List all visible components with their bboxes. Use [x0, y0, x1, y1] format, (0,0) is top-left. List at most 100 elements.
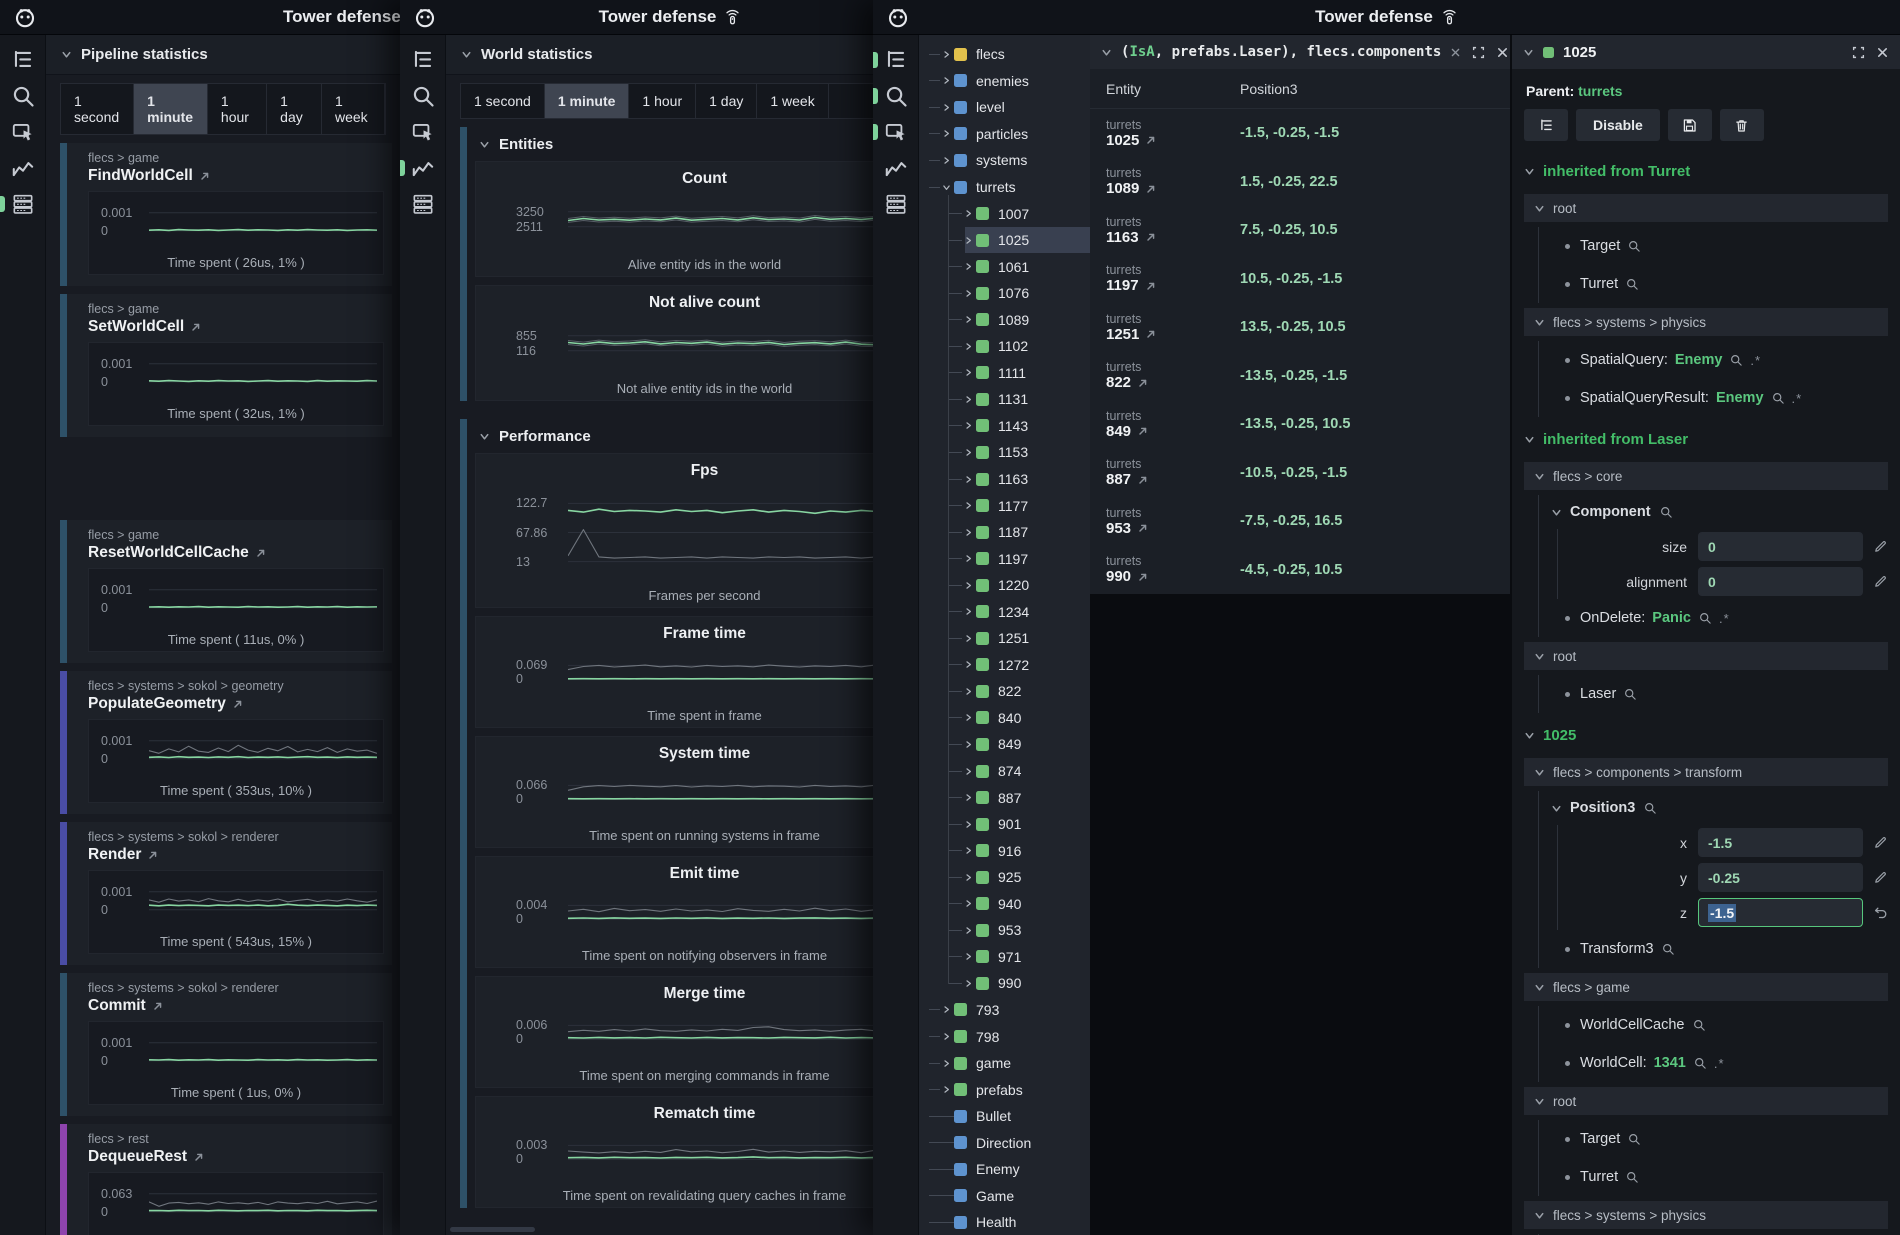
chevron-collapsed-icon[interactable]: [964, 846, 973, 855]
tree-item-901[interactable]: 901: [919, 811, 1090, 838]
external-link-icon[interactable]: [1137, 474, 1149, 486]
search-icon[interactable]: [883, 83, 909, 109]
tree-button[interactable]: [1524, 109, 1568, 141]
entity-link[interactable]: 1251: [1106, 326, 1240, 343]
external-link-icon[interactable]: [190, 321, 202, 333]
inspector-section-header[interactable]: 1025: [1524, 717, 1888, 753]
tree-item-1197[interactable]: 1197: [919, 545, 1090, 572]
entity-link[interactable]: 990: [1106, 568, 1240, 585]
external-link-icon[interactable]: [1145, 328, 1157, 340]
tree-item-822[interactable]: 822: [919, 678, 1090, 705]
tree-item-916[interactable]: 916: [919, 837, 1090, 864]
search-icon[interactable]: [1659, 505, 1673, 519]
tree-item-1102[interactable]: 1102: [919, 333, 1090, 360]
chevron-collapsed-icon[interactable]: [964, 315, 973, 324]
chevron-collapsed-icon[interactable]: [964, 528, 973, 537]
edit-icon[interactable]: [1873, 574, 1888, 589]
chevron-collapsed-icon[interactable]: [964, 634, 973, 643]
tree-item-1076[interactable]: 1076: [919, 280, 1090, 307]
search-icon[interactable]: [1693, 1056, 1707, 1070]
tree-item-Bullet[interactable]: Bullet: [919, 1103, 1090, 1130]
component-header-Position3[interactable]: Position3: [1539, 791, 1888, 825]
tree-item-particles[interactable]: particles: [919, 121, 1090, 148]
tree-item-1187[interactable]: 1187: [919, 519, 1090, 546]
search-icon[interactable]: [410, 83, 436, 109]
inspector-scope-bar[interactable]: root: [1524, 1087, 1888, 1115]
item-value-link[interactable]: Panic: [1652, 610, 1691, 626]
tree-item-Health[interactable]: Health: [919, 1209, 1090, 1235]
expand-icon[interactable]: [1852, 46, 1865, 59]
window-header[interactable]: Tower defense: [873, 0, 1900, 35]
tree-item-887[interactable]: 887: [919, 784, 1090, 811]
tree-item-Direction[interactable]: Direction: [919, 1129, 1090, 1156]
external-link-icon[interactable]: [147, 849, 159, 861]
component-header-Component[interactable]: Component: [1539, 495, 1888, 529]
tree-item-Enemy[interactable]: Enemy: [919, 1156, 1090, 1183]
chevron-collapsed-icon[interactable]: [942, 129, 951, 138]
horizontal-scrollbar[interactable]: [450, 1227, 535, 1232]
entity-link[interactable]: 887: [1106, 471, 1240, 488]
query-header[interactable]: (IsA, prefabs.Laser), flecs.components: [1090, 35, 1510, 69]
tree-item-1234[interactable]: 1234: [919, 598, 1090, 625]
tab-1-minute[interactable]: 1 minute: [545, 84, 630, 118]
tree-item-1272[interactable]: 1272: [919, 652, 1090, 679]
external-link-icon[interactable]: [152, 1000, 164, 1012]
search-icon[interactable]: [1698, 611, 1712, 625]
search-icon[interactable]: [1771, 391, 1785, 405]
external-link-icon[interactable]: [1137, 571, 1149, 583]
world-stats-icon[interactable]: [883, 155, 909, 181]
chevron-collapsed-icon[interactable]: [964, 554, 973, 563]
tree-item-798[interactable]: 798: [919, 1023, 1090, 1050]
chevron-collapsed-icon[interactable]: [942, 1032, 951, 1041]
query-select-icon[interactable]: [883, 119, 909, 145]
chevron-collapsed-icon[interactable]: [964, 979, 973, 988]
tree-item-flecs[interactable]: flecs: [919, 41, 1090, 68]
tab-1-week[interactable]: 1 week: [322, 84, 385, 134]
query-result-row[interactable]: turrets10891.5, -0.25, 22.5: [1090, 158, 1510, 207]
edit-icon[interactable]: [1873, 870, 1888, 885]
query-result-row[interactable]: turrets119710.5, -0.25, -1.5: [1090, 255, 1510, 304]
query-result-row[interactable]: turrets125113.5, -0.25, 10.5: [1090, 303, 1510, 352]
chevron-collapsed-icon[interactable]: [964, 926, 973, 935]
chevron-collapsed-icon[interactable]: [964, 793, 973, 802]
pipeline-stats-icon[interactable]: [10, 191, 36, 217]
tree-item-971[interactable]: 971: [919, 944, 1090, 971]
inspector-scope-bar[interactable]: flecs > core: [1524, 462, 1888, 490]
inspector-scope-bar[interactable]: root: [1524, 642, 1888, 670]
tree-item-1153[interactable]: 1153: [919, 439, 1090, 466]
tree-item-Game[interactable]: Game: [919, 1183, 1090, 1210]
search-icon[interactable]: [1627, 1132, 1641, 1146]
tree-item-1220[interactable]: 1220: [919, 572, 1090, 599]
chevron-collapsed-icon[interactable]: [964, 687, 973, 696]
inspector-section-header[interactable]: inherited from Laser: [1524, 421, 1888, 457]
chevron-collapsed-icon[interactable]: [964, 952, 973, 961]
tree-item-1089[interactable]: 1089: [919, 306, 1090, 333]
chevron-collapsed-icon[interactable]: [942, 76, 951, 85]
entity-link[interactable]: 1089: [1106, 180, 1240, 197]
tree-item-1061[interactable]: 1061: [919, 253, 1090, 280]
tree-view-icon[interactable]: [10, 47, 36, 73]
tab-1-second[interactable]: 1 second: [61, 84, 134, 134]
inspector-scope-bar[interactable]: flecs > systems > physics: [1524, 1201, 1888, 1229]
tree-item-940[interactable]: 940: [919, 891, 1090, 918]
chevron-collapsed-icon[interactable]: [964, 581, 973, 590]
tree-item-1131[interactable]: 1131: [919, 386, 1090, 413]
pipeline-panel-header[interactable]: Pipeline statistics: [46, 35, 400, 75]
tab-1-day[interactable]: 1 day: [267, 84, 322, 134]
tree-item-1163[interactable]: 1163: [919, 466, 1090, 493]
external-link-icon[interactable]: [199, 170, 211, 182]
entity-link[interactable]: 1163: [1106, 229, 1240, 246]
window-header[interactable]: Tower defense: [400, 0, 940, 35]
world-panel-header[interactable]: World statistics: [446, 35, 940, 75]
tree-item-1251[interactable]: 1251: [919, 625, 1090, 652]
tree-item-1007[interactable]: 1007: [919, 200, 1090, 227]
external-link-icon[interactable]: [1145, 231, 1157, 243]
chevron-collapsed-icon[interactable]: [964, 899, 973, 908]
external-link-icon[interactable]: [1145, 183, 1157, 195]
close-icon[interactable]: [1876, 46, 1889, 59]
tab-1-hour[interactable]: 1 hour: [629, 84, 696, 118]
external-link-icon[interactable]: [1145, 134, 1157, 146]
delete-button[interactable]: [1720, 109, 1764, 141]
tree-view-icon[interactable]: [883, 47, 909, 73]
chevron-collapsed-icon[interactable]: [964, 873, 973, 882]
